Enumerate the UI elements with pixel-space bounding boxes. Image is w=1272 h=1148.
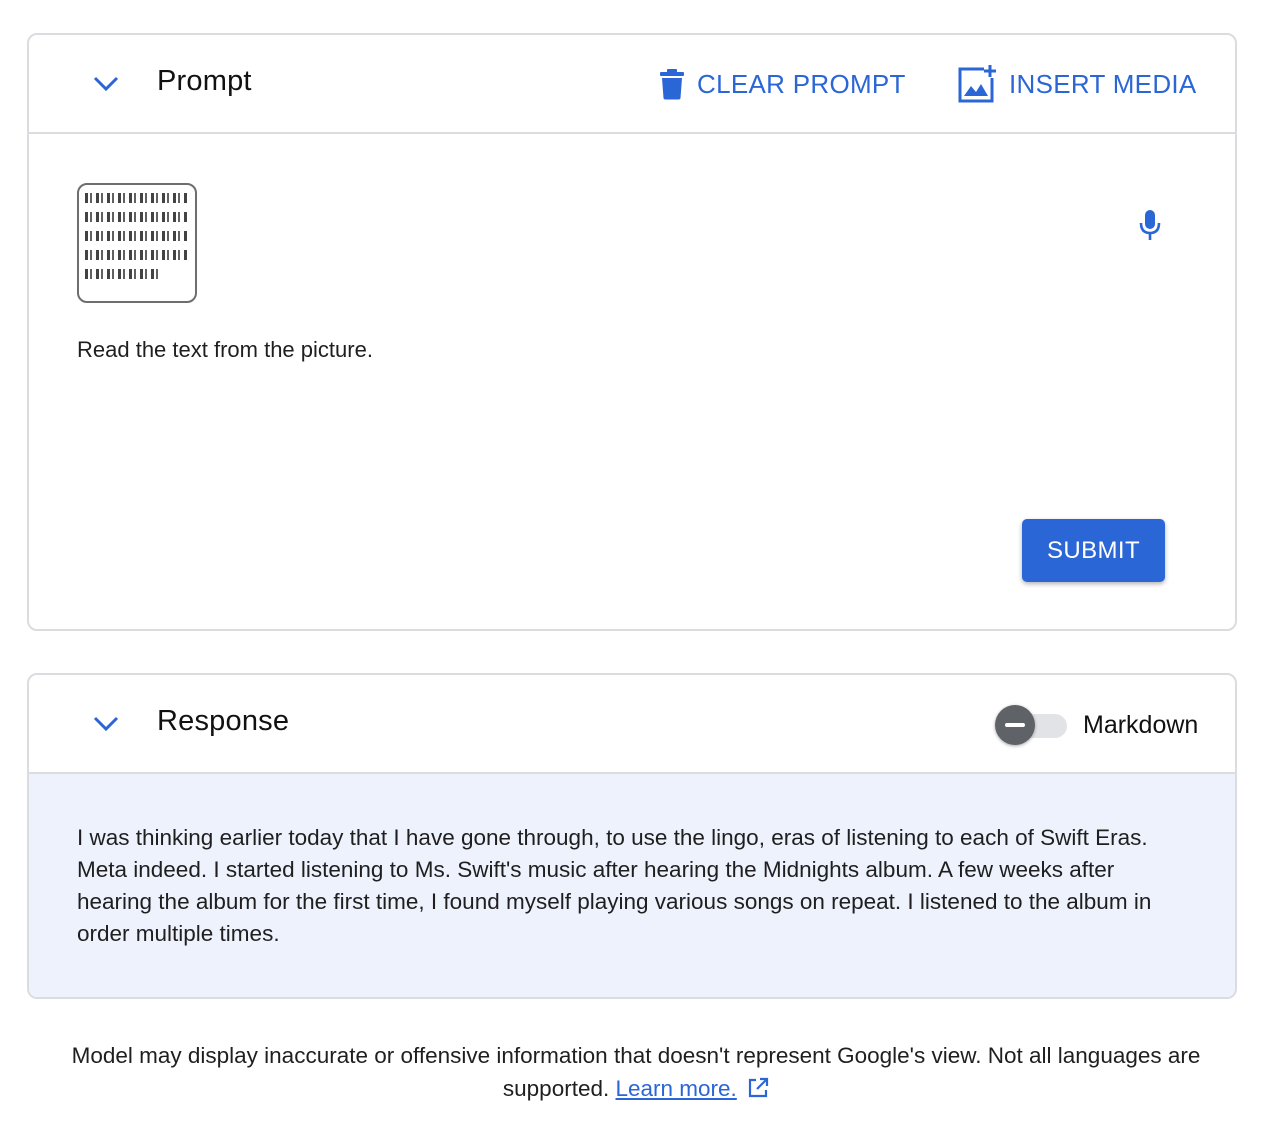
prompt-card: Prompt CLEAR PROMPT INSERT MEDIA Read th… — [27, 33, 1237, 631]
clear-prompt-button[interactable]: CLEAR PROMPT — [659, 63, 906, 105]
submit-button[interactable]: SUBMIT — [1022, 519, 1165, 582]
prompt-header: Prompt CLEAR PROMPT INSERT MEDIA — [29, 35, 1235, 134]
response-card: Response Markdown I was thinking earlier… — [27, 673, 1237, 999]
markdown-toggle[interactable] — [995, 705, 1067, 745]
response-header: Response Markdown — [29, 675, 1235, 774]
external-link-icon[interactable] — [747, 1077, 769, 1099]
response-body: I was thinking earlier today that I have… — [29, 774, 1235, 997]
clear-prompt-label: CLEAR PROMPT — [697, 68, 906, 99]
prompt-input[interactable]: Read the text from the picture. — [77, 337, 373, 363]
image-thumbnail[interactable] — [77, 183, 197, 303]
trash-icon — [660, 69, 684, 100]
markdown-label: Markdown — [1083, 711, 1199, 739]
microphone-icon[interactable] — [1139, 209, 1161, 241]
response-title: Response — [157, 705, 290, 737]
response-text: I was thinking earlier today that I have… — [77, 825, 1152, 946]
insert-media-label: INSERT MEDIA — [1009, 68, 1197, 99]
thumbnail-text-line — [85, 212, 189, 222]
disclaimer: Model may display inaccurate or offensiv… — [0, 1039, 1272, 1105]
learn-more-link[interactable]: Learn more. — [616, 1076, 737, 1101]
thumbnail-text-line — [85, 269, 158, 279]
thumbnail-text-line — [85, 193, 189, 203]
add-image-icon — [958, 65, 996, 103]
insert-media-button[interactable]: INSERT MEDIA — [957, 63, 1197, 105]
thumbnail-text-line — [85, 250, 189, 260]
thumbnail-text-line — [85, 231, 189, 241]
chevron-down-icon[interactable] — [91, 711, 121, 735]
prompt-title: Prompt — [157, 65, 252, 97]
toggle-knob — [995, 705, 1035, 745]
chevron-down-icon[interactable] — [91, 71, 121, 95]
